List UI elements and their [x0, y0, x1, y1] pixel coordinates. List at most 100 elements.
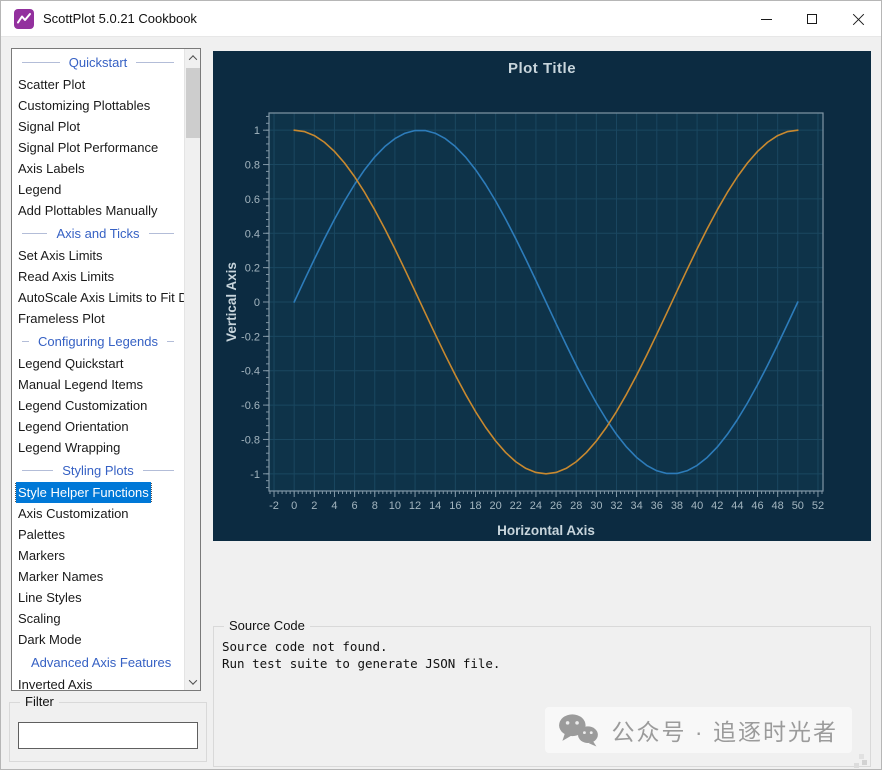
list-item[interactable]: Dark Mode: [12, 629, 184, 650]
svg-text:32: 32: [610, 500, 622, 512]
svg-text:12: 12: [409, 500, 421, 512]
list-item[interactable]: Read Axis Limits: [12, 266, 184, 287]
cookbook-list: Quickstart Scatter Plot Customizing Plotta…: [12, 49, 184, 690]
svg-text:20: 20: [490, 500, 502, 512]
list-item-label: Signal Plot: [18, 119, 81, 134]
list-section-header[interactable]: Styling Plots: [12, 458, 184, 482]
list-item-label: Manual Legend Items: [18, 377, 144, 392]
filter-groupbox: Filter: [9, 694, 207, 762]
svg-text:24: 24: [530, 500, 542, 512]
list-item-label: Markers: [18, 548, 65, 563]
maximize-button[interactable]: [789, 1, 835, 37]
list-item[interactable]: Axis Labels: [12, 158, 184, 179]
filter-label: Filter: [20, 694, 59, 709]
header-label: Quickstart: [68, 54, 128, 70]
wechat-icon: [558, 714, 598, 747]
maximize-icon: [807, 14, 817, 24]
minimize-icon: [760, 18, 772, 20]
list-scrollbar[interactable]: [184, 49, 200, 690]
list-item[interactable]: Legend Wrapping: [12, 437, 184, 458]
list-item[interactable]: Scaling: [12, 608, 184, 629]
filter-input[interactable]: [18, 722, 198, 749]
svg-text:0: 0: [254, 297, 260, 309]
list-item-label: Frameless Plot: [18, 311, 105, 326]
svg-text:18: 18: [469, 500, 481, 512]
list-item-label: Legend Wrapping: [18, 440, 121, 455]
list-item[interactable]: Manual Legend Items: [12, 374, 184, 395]
list-item[interactable]: Set Axis Limits: [12, 245, 184, 266]
svg-text:36: 36: [651, 500, 663, 512]
list-item-selected[interactable]: Style Helper Functions: [12, 482, 184, 503]
plot-canvas[interactable]: -2 0 2 4 6 8 10 12 14 16 18 20 22 24 26 28 30 32 34 36 38 40 4…: [213, 51, 871, 541]
list-item-label: Axis Customization: [18, 506, 129, 521]
x-axis-label: Horizontal Axis: [497, 523, 595, 538]
chart-line-icon: [17, 13, 31, 24]
list-item[interactable]: Legend Quickstart: [12, 353, 184, 374]
list-item[interactable]: Customizing Plottables: [12, 95, 184, 116]
source-code-line: Source code not found.: [222, 639, 388, 654]
svg-text:46: 46: [751, 500, 763, 512]
list-item[interactable]: Legend: [12, 179, 184, 200]
list-section-header[interactable]: Quickstart: [12, 50, 184, 74]
list-item[interactable]: Marker Names: [12, 566, 184, 587]
list-item-label: Customizing Plottables: [18, 98, 151, 113]
list-item[interactable]: Markers: [12, 545, 184, 566]
scrollbar-thumb[interactable]: [186, 68, 200, 138]
list-item[interactable]: Signal Plot: [12, 116, 184, 137]
list-item[interactable]: Frameless Plot: [12, 308, 184, 329]
svg-text:10: 10: [389, 500, 401, 512]
header-rule: [136, 61, 175, 63]
header-rule: [22, 340, 30, 342]
header-label: Styling Plots: [62, 462, 134, 478]
svg-text:8: 8: [372, 500, 378, 512]
title-bar[interactable]: ScottPlot 5.0.21 Cookbook: [1, 1, 881, 37]
list-section-header[interactable]: Axis and Ticks: [12, 221, 184, 245]
plot-title: Plot Title: [507, 60, 577, 77]
close-button[interactable]: [835, 1, 881, 37]
list-item[interactable]: AutoScale Axis Limits to Fit Data: [12, 287, 184, 308]
svg-text:-0.8: -0.8: [241, 434, 260, 446]
list-item-label: Line Styles: [18, 590, 82, 605]
header-rule: [167, 340, 175, 342]
list-item[interactable]: Line Styles: [12, 587, 184, 608]
list-item-label: Legend: [18, 182, 62, 197]
scrollbar-down-button[interactable]: [185, 673, 201, 690]
svg-text:4: 4: [331, 500, 337, 512]
list-item-label: Read Axis Limits: [18, 269, 115, 284]
scottplot-app-icon[interactable]: [14, 9, 34, 29]
list-item[interactable]: Scatter Plot: [12, 74, 184, 95]
list-item[interactable]: Inverted Axis: [12, 674, 184, 690]
list-item[interactable]: Legend Customization: [12, 395, 184, 416]
svg-text:48: 48: [772, 500, 784, 512]
list-item[interactable]: Palettes: [12, 524, 184, 545]
svg-text:26: 26: [550, 500, 562, 512]
chevron-up-icon: [188, 54, 198, 64]
svg-text:0.4: 0.4: [245, 228, 260, 240]
list-item-label: Legend Orientation: [18, 419, 129, 434]
list-item[interactable]: Axis Customization: [12, 503, 184, 524]
list-item-label: Add Plottables Manually: [18, 203, 158, 218]
scrollbar-up-button[interactable]: [185, 49, 201, 66]
header-label: Advanced Axis Features: [31, 654, 172, 670]
list-item-label: Inverted Axis: [18, 677, 93, 690]
list-item[interactable]: Add Plottables Manually: [12, 200, 184, 221]
chevron-down-icon: [188, 675, 198, 685]
svg-text:16: 16: [449, 500, 461, 512]
close-icon: [852, 13, 865, 26]
svg-text:2: 2: [311, 500, 317, 512]
minimize-button[interactable]: [743, 1, 789, 37]
header-label: Axis and Ticks: [56, 225, 140, 241]
list-section-header[interactable]: Advanced Axis Features: [12, 650, 184, 674]
svg-text:-2: -2: [269, 500, 279, 512]
list-item-label: Style Helper Functions: [15, 482, 152, 503]
list-item-label: Axis Labels: [18, 161, 85, 176]
list-item-label: Marker Names: [18, 569, 104, 584]
svg-text:38: 38: [671, 500, 683, 512]
list-section-header[interactable]: Configuring Legends: [12, 329, 184, 353]
list-item-label: AutoScale Axis Limits to Fit Data: [18, 290, 184, 305]
list-item[interactable]: Signal Plot Performance: [12, 137, 184, 158]
list-item[interactable]: Legend Orientation: [12, 416, 184, 437]
window-title: ScottPlot 5.0.21 Cookbook: [43, 11, 197, 26]
svg-text:44: 44: [731, 500, 743, 512]
svg-text:42: 42: [711, 500, 723, 512]
